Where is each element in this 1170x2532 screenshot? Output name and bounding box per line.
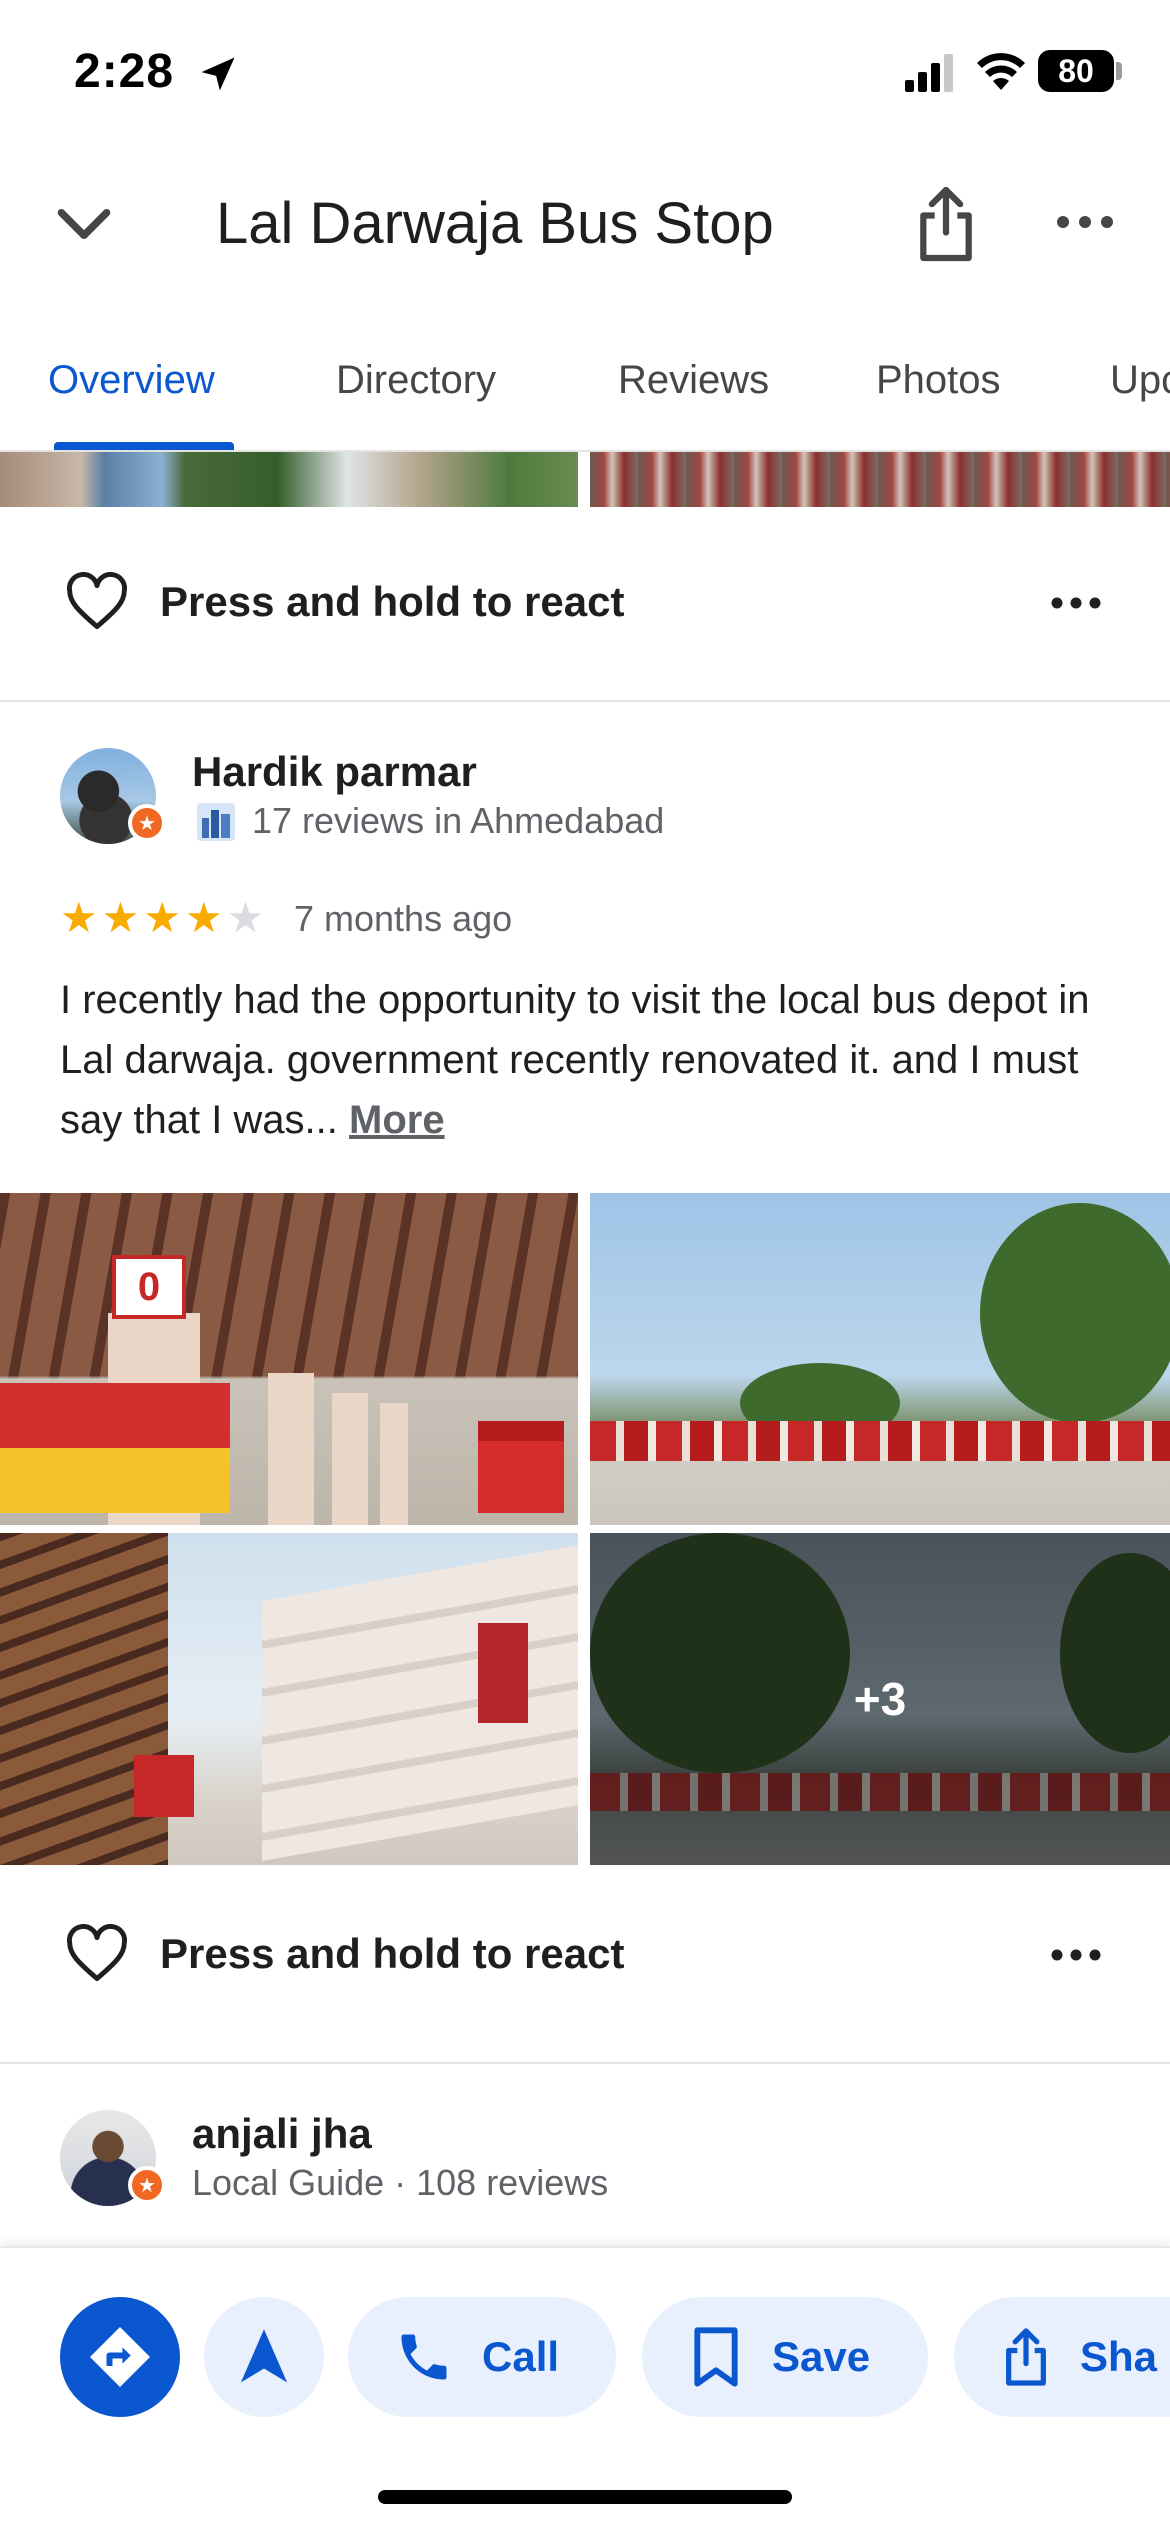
- react-label[interactable]: Press and hold to react: [160, 578, 624, 626]
- wifi-icon: [977, 53, 1025, 90]
- star-rating: ★ ★ ★ ★ ★: [60, 897, 264, 939]
- more-options-icon[interactable]: [1050, 1946, 1102, 1964]
- tab-reviews[interactable]: Reviews: [618, 358, 769, 403]
- platform-sign: 0: [112, 1255, 186, 1319]
- active-tab-indicator: [54, 442, 234, 450]
- review-photo[interactable]: [590, 452, 1170, 507]
- status-time: 2:28: [74, 45, 175, 98]
- review-photo-more[interactable]: +3: [590, 1533, 1170, 1865]
- react-row: Press and hold to react: [0, 528, 1170, 678]
- tab-overview[interactable]: Overview: [48, 358, 215, 403]
- review-photo[interactable]: [0, 452, 578, 507]
- star-filled-icon: ★: [184, 894, 223, 941]
- share-icon: [1006, 2328, 1046, 2386]
- more-options-icon[interactable]: [1055, 212, 1115, 232]
- share-button[interactable]: Sha: [954, 2297, 1170, 2417]
- directions-button[interactable]: [60, 2297, 180, 2417]
- save-button[interactable]: Save: [642, 2297, 928, 2417]
- status-bar: 2:28 80: [0, 0, 1170, 150]
- review-photo[interactable]: 0: [0, 1193, 578, 1525]
- more-link[interactable]: More: [349, 1098, 445, 1142]
- tab-bar: Overview Directory Reviews Photos Upc: [0, 350, 1170, 452]
- cellular-signal-icon: [905, 54, 953, 92]
- photo-detail: [0, 1383, 230, 1513]
- tab-directory[interactable]: Directory: [336, 358, 496, 403]
- star-filled-icon: ★: [101, 894, 140, 941]
- chevron-down-icon[interactable]: [50, 190, 118, 258]
- share-icon[interactable]: [912, 184, 980, 264]
- review-text: I recently had the opportunity to visit …: [60, 970, 1120, 1150]
- call-label: Call: [482, 2333, 560, 2380]
- start-navigation-button[interactable]: [204, 2297, 324, 2417]
- reviewer-stats[interactable]: 17 reviews in Ahmedabad: [252, 800, 664, 842]
- reviewer-name[interactable]: anjali jha: [192, 2110, 372, 2158]
- battery-indicator: 80: [1038, 50, 1114, 92]
- photo-detail: [980, 1203, 1170, 1423]
- star-filled-icon: ★: [60, 894, 98, 941]
- battery-nub: [1116, 62, 1122, 80]
- local-guide-badge-icon: ★: [128, 804, 166, 842]
- photo-detail: [478, 1421, 564, 1513]
- phone-icon: [401, 2334, 447, 2380]
- photo-detail: [380, 1403, 408, 1525]
- heart-icon[interactable]: [64, 1924, 130, 1984]
- star-empty-icon: ★: [226, 894, 265, 941]
- location-arrow-icon: [201, 57, 235, 91]
- divider: [0, 700, 1170, 702]
- share-label: Sha: [1080, 2333, 1158, 2380]
- navigation-arrow-icon: [240, 2329, 288, 2383]
- review-photo[interactable]: [590, 1193, 1170, 1525]
- review-date: 7 months ago: [294, 898, 513, 939]
- page-title: Lal Darwaja Bus Stop: [216, 191, 774, 256]
- react-row: Press and hold to react: [0, 1890, 1170, 2040]
- directions-icon: [90, 2327, 150, 2387]
- photo-detail: [332, 1393, 368, 1525]
- tab-photos[interactable]: Photos: [876, 358, 1001, 403]
- call-button[interactable]: Call: [348, 2297, 616, 2417]
- review-photo[interactable]: [0, 1533, 578, 1865]
- tab-updates[interactable]: Upc: [1110, 358, 1170, 403]
- reviewer-name[interactable]: Hardik parmar: [192, 748, 477, 796]
- photo-detail: [478, 1623, 528, 1723]
- previous-review-photos: [0, 452, 1170, 507]
- local-guide-badge-icon: ★: [128, 2166, 166, 2204]
- city-icon: [197, 803, 235, 841]
- bookmark-icon: [694, 2327, 738, 2387]
- review-body: I recently had the opportunity to visit …: [60, 978, 1090, 1142]
- photo-detail: [262, 1545, 578, 1861]
- photo-detail: [134, 1755, 194, 1817]
- more-options-icon[interactable]: [1050, 594, 1102, 612]
- home-indicator[interactable]: [378, 2490, 792, 2504]
- heart-icon[interactable]: [64, 572, 130, 632]
- photo-detail: [268, 1373, 314, 1525]
- react-label[interactable]: Press and hold to react: [160, 1930, 624, 1978]
- star-filled-icon: ★: [143, 894, 181, 941]
- more-photos-count: +3: [853, 1673, 907, 1725]
- reviewer-stats[interactable]: Local Guide · 108 reviews: [192, 2162, 608, 2204]
- save-label: Save: [772, 2333, 871, 2380]
- photo-detail: [590, 1421, 1170, 1461]
- divider: [0, 2062, 1170, 2064]
